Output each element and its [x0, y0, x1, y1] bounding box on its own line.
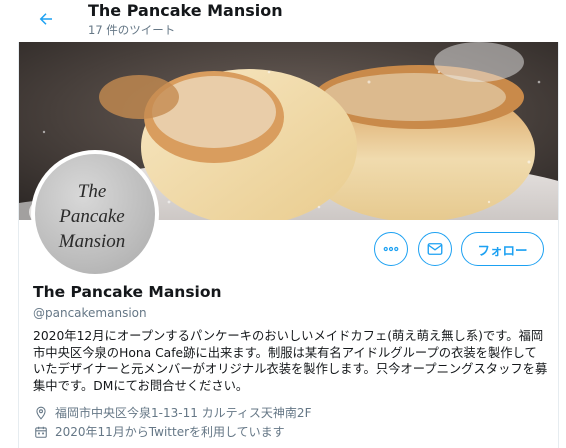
avatar-image: The Pancake Mansion	[35, 154, 155, 274]
more-dots-icon	[383, 246, 399, 252]
profile-location: 福岡市中央区今泉1-13-11 カルティス天神南2F	[33, 404, 311, 421]
arrow-left-icon	[39, 13, 52, 25]
profile-header: The Pancake Mansion 17 件のツイート	[0, 0, 566, 42]
profile-avatar[interactable]: The Pancake Mansion	[31, 150, 159, 278]
join-date-text: 2020年11月からTwitterを利用しています	[55, 425, 285, 439]
profile-join-date: 2020年11月からTwitterを利用しています	[33, 423, 285, 440]
location-text: 福岡市中央区今泉1-13-11 カルティス天神南2F	[55, 406, 312, 420]
back-button[interactable]	[28, 6, 64, 32]
header-title: The Pancake Mansion	[88, 1, 283, 20]
profile-handle: @pancakemansion	[33, 306, 147, 320]
calendar-icon	[33, 424, 49, 440]
svg-text:The: The	[78, 181, 107, 202]
pancake-mansion-logo: The Pancake Mansion	[58, 181, 126, 252]
message-button[interactable]	[418, 232, 452, 266]
envelope-icon	[427, 243, 443, 255]
header-tweet-count: 17 件のツイート	[88, 23, 176, 37]
more-button[interactable]	[374, 232, 408, 266]
svg-text:Mansion: Mansion	[58, 231, 126, 252]
profile-name: The Pancake Mansion	[33, 283, 222, 301]
location-pin-icon	[33, 405, 49, 421]
timeline-right-border	[558, 0, 559, 448]
follow-button[interactable]: フォロー	[461, 232, 544, 266]
profile-bio: 2020年12月にオープンするパンケーキのおいしいメイドカフェ(萌え萌え無し系)…	[33, 329, 548, 393]
svg-text:Pancake: Pancake	[58, 206, 124, 227]
